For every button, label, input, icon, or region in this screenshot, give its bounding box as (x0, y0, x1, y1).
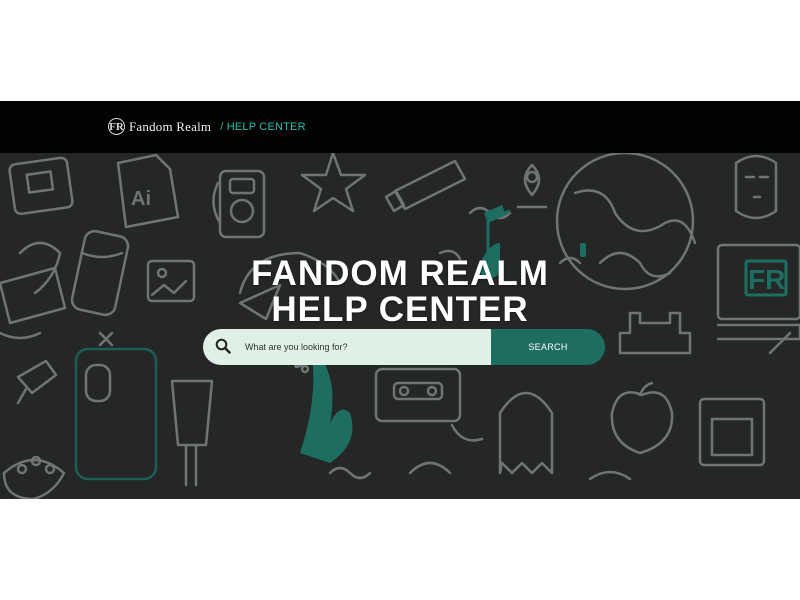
doodle-ai-text: Ai (131, 188, 151, 210)
search-input[interactable] (245, 329, 485, 365)
hero-title: FANDOM REALM HELP CENTER (0, 256, 800, 328)
logo-mark-icon: FR (108, 118, 125, 135)
brand-logo-link[interactable]: FR Fandom Realm / HELP CENTER (108, 118, 306, 135)
brand-name: Fandom Realm (129, 118, 212, 134)
hero-title-line2: HELP CENTER (271, 290, 529, 329)
hero-banner: Ai FR FANDOM REALM HELP CENTER SEARCH (0, 153, 800, 499)
hero-title-line1: FANDOM REALM (251, 254, 549, 293)
search-field-container[interactable] (203, 329, 491, 365)
search-bar: SEARCH (203, 329, 605, 365)
breadcrumb-help-center[interactable]: / HELP CENTER (220, 121, 306, 133)
top-navigation-bar: FR Fandom Realm / HELP CENTER (0, 101, 800, 153)
search-button[interactable]: SEARCH (491, 329, 605, 365)
search-icon (215, 338, 231, 354)
